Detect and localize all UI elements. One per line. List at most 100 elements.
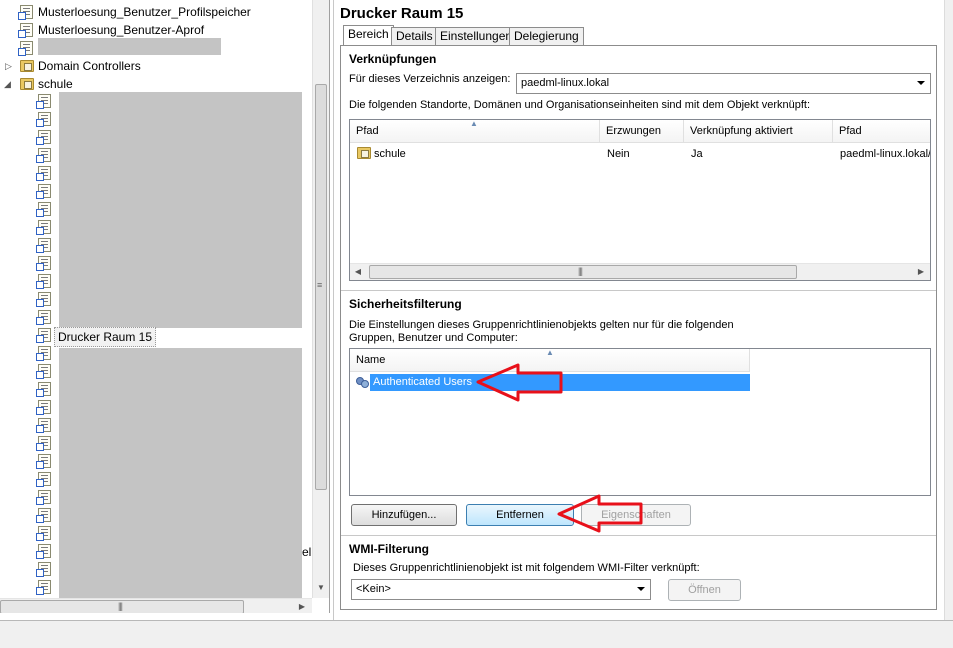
add-button[interactable]: Hinzufügen... — [351, 504, 457, 526]
security-description-line2: Gruppen, Benutzer und Computer: — [349, 332, 518, 344]
ou-folder-icon — [20, 78, 34, 90]
security-filter-list[interactable]: Name ▲ Authenticated Users — [349, 348, 931, 496]
gpo-link-icon — [36, 454, 51, 469]
tree-item-partial: el — [302, 543, 311, 561]
tree-item-label: Domain Controllers — [38, 59, 141, 73]
grip-icon: ||| — [118, 601, 123, 611]
redacted-area — [59, 92, 302, 328]
sort-ascending-icon: ▲ — [546, 348, 554, 357]
gpo-link-icon — [36, 328, 51, 343]
grip-icon: ||| — [578, 266, 583, 276]
gpo-link-icon — [36, 364, 51, 379]
wmi-heading: WMI-Filterung — [349, 542, 429, 556]
directory-select[interactable]: paedml-linux.lokal — [516, 73, 931, 94]
gpo-link-icon — [36, 112, 51, 127]
cell-path: paedml-linux.lokal/s — [840, 148, 931, 160]
column-header-path[interactable]: Pfad — [833, 120, 930, 143]
sort-ascending-icon: ▲ — [470, 119, 478, 128]
tab-content: Verknüpfungen Für dieses Verzeichnis anz… — [340, 45, 937, 610]
table-row[interactable]: schule Nein Ja paedml-linux.lokal/s — [350, 145, 931, 163]
gpo-link-icon — [36, 202, 51, 217]
gpo-link-icon — [36, 436, 51, 451]
gpo-link-icon — [36, 382, 51, 397]
tab-delegierung[interactable]: Delegierung — [509, 27, 584, 46]
gpo-link-icon — [36, 166, 51, 181]
tree-pane: Musterloesung_Benutzer_Profilspeicher Mu… — [0, 0, 330, 613]
ou-folder-icon — [357, 147, 371, 159]
gpo-link-icon — [36, 274, 51, 289]
gpo-link-icon — [36, 292, 51, 307]
chevron-down-icon[interactable] — [917, 81, 925, 85]
security-heading: Sicherheitsfilterung — [349, 297, 462, 311]
gpo-link-icon — [36, 310, 51, 325]
list-item-authenticated-users[interactable]: Authenticated Users — [350, 374, 750, 392]
expand-arrow-icon[interactable]: ▷ — [5, 60, 12, 72]
tree-vertical-scrollbar[interactable]: ≡ ▼ — [312, 0, 329, 598]
gpo-link-icon — [36, 94, 51, 109]
scroll-right-icon[interactable]: ▶ — [296, 602, 308, 611]
scroll-left-icon[interactable]: ◀ — [353, 267, 363, 276]
directory-value: paedml-linux.lokal — [521, 77, 610, 89]
gpo-link-icon — [36, 256, 51, 271]
chevron-down-icon[interactable] — [637, 587, 645, 591]
gpo-link-icon — [36, 490, 51, 505]
collapse-arrow-icon[interactable]: ◢ — [4, 78, 11, 90]
links-description: Die folgenden Standorte, Domänen und Org… — [349, 99, 811, 111]
links-horizontal-scrollbar[interactable]: ◀ ||| ▶ — [350, 263, 930, 280]
gpo-details-pane: Drucker Raum 15 Bereich Details Einstell… — [333, 0, 944, 620]
tree-item-label: schule — [38, 77, 73, 91]
tree-item-label: Drucker Raum 15 — [54, 327, 157, 347]
remove-button[interactable]: Entfernen — [466, 504, 574, 526]
gpo-link-icon — [36, 346, 51, 361]
redacted-area — [59, 348, 302, 600]
gpo-link-icon — [18, 23, 33, 38]
users-group-icon — [356, 377, 370, 389]
gpo-link-icon — [36, 418, 51, 433]
gpo-link-icon — [18, 5, 33, 20]
cell-enforced: Nein — [607, 148, 630, 160]
cell-enabled: Ja — [691, 148, 703, 160]
gpo-link-icon — [36, 184, 51, 199]
links-heading: Verknüpfungen — [349, 52, 437, 66]
tree-item-label: Musterloesung_Benutzer_Profilspeicher — [38, 5, 251, 19]
tab-bereich[interactable]: Bereich — [343, 25, 394, 46]
grip-icon: ≡ — [317, 280, 322, 290]
gpo-link-icon — [36, 544, 51, 559]
scrollbar-thumb[interactable] — [369, 265, 797, 279]
section-divider — [341, 290, 936, 291]
window-vertical-scrollbar[interactable] — [944, 0, 953, 620]
truncated-text: el — [302, 545, 312, 559]
status-strip — [0, 620, 953, 648]
gpo-link-icon — [36, 400, 51, 415]
wmi-filter-select[interactable]: <Kein> — [351, 579, 651, 600]
tree-item-label: Musterloesung_Benutzer-Aprof — [38, 23, 205, 37]
directory-label: Für dieses Verzeichnis anzeigen: — [349, 73, 511, 85]
gpo-link-icon — [18, 41, 33, 56]
gpo-link-icon — [36, 562, 51, 577]
redacted-area — [38, 38, 221, 55]
properties-button[interactable]: Eigenschaften — [581, 504, 691, 526]
gpo-link-icon — [36, 508, 51, 523]
tab-einstellungen[interactable]: Einstellungen — [435, 27, 518, 46]
open-button[interactable]: Öffnen — [668, 579, 741, 601]
gpo-link-icon — [36, 238, 51, 253]
cell-location: schule — [374, 148, 406, 160]
column-header-enforced[interactable]: Erzwungen — [600, 120, 684, 143]
tree-horizontal-scrollbar[interactable]: ||| ▶ — [0, 598, 312, 613]
tab-details[interactable]: Details — [391, 27, 438, 46]
section-divider — [341, 535, 936, 536]
security-description-line1: Die Einstellungen dieses Gruppenrichtlin… — [349, 319, 734, 331]
scroll-right-icon[interactable]: ▶ — [916, 267, 926, 276]
gpo-link-icon — [36, 220, 51, 235]
column-header-enabled[interactable]: Verknüpfung aktiviert — [684, 120, 833, 143]
ou-folder-icon — [20, 60, 34, 72]
wmi-filter-value: <Kein> — [356, 583, 391, 595]
scroll-down-icon[interactable]: ▼ — [315, 583, 327, 592]
cell-name: Authenticated Users — [373, 376, 473, 388]
gpo-link-icon — [36, 130, 51, 145]
gpo-link-icon — [36, 580, 51, 595]
links-list[interactable]: Pfad ▲ Erzwungen Verknüpfung aktiviert P… — [349, 119, 931, 281]
gpo-link-icon — [36, 472, 51, 487]
wmi-description: Dieses Gruppenrichtlinienobjekt ist mit … — [353, 562, 700, 574]
gpo-link-icon — [36, 526, 51, 541]
